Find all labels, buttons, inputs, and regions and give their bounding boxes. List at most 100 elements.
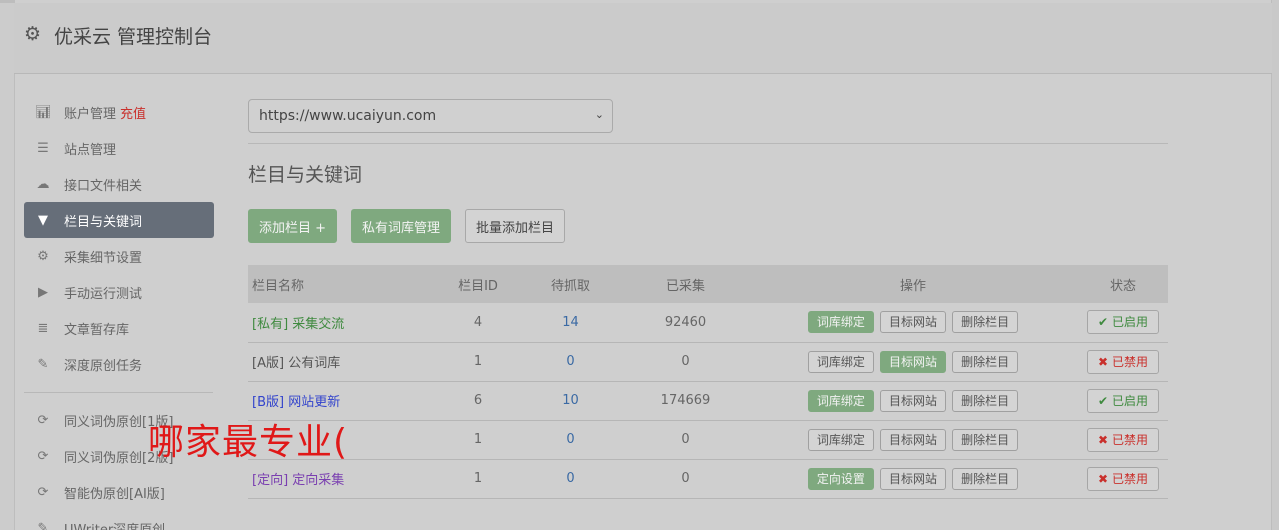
columns-table: 栏目名称 栏目ID 待抓取 已采集 操作 状态 [私有] 采集交流 4 14 9… [248,265,1168,499]
cloud-upload-icon: ☁ [36,176,50,192]
actions-cell: 词库绑定 目标网站 删除栏目 [748,381,1078,421]
app-header: ⚙ 优采云 管理控制台 [14,3,1272,74]
sidebar-item-label: 账户管理 [64,106,117,122]
status-label: 已禁用 [1111,432,1148,447]
column-id: 1 [438,342,518,382]
target-site-button[interactable]: 目标网站 [879,350,946,373]
private-dict-button[interactable]: 私有词库管理 [351,209,452,243]
close-icon: ✖ [1098,432,1109,447]
column-name-link[interactable]: [A版] 公有词库 [248,342,438,382]
collected-count: 0 [623,459,748,499]
sidebar-item-label: 采集细节设置 [64,250,143,266]
sidebar-item-label: 站点管理 [64,142,117,158]
sidebar-item-account[interactable]: 📊︎ 账户管理 充值 [24,94,214,130]
actions-cell: 词库绑定 目标网站 删除栏目 [748,303,1078,343]
dict-bind-button[interactable]: 词库绑定 [807,428,874,451]
status-cell: ✔ 已启用 [1078,381,1168,421]
sidebar-item-collect-settings[interactable]: ⚙ 采集细节设置 [24,238,214,274]
database-icon: ≣ [37,320,49,336]
status-toggle[interactable]: ✔ 已启用 [1087,310,1159,335]
target-site-button[interactable]: 目标网站 [879,467,946,490]
sidebar-item-sites[interactable]: ☰ 站点管理 [24,130,214,166]
status-toggle[interactable]: ✖ 已禁用 [1087,349,1159,374]
refresh-icon: ⟳ [37,484,49,500]
status-label: 已启用 [1111,393,1148,408]
recharge-link[interactable]: 充值 [120,103,146,122]
actions-cell: 定向设置 目标网站 删除栏目 [748,459,1078,499]
pending-count[interactable]: 0 [518,459,623,499]
cogs-icon: ⚙ [37,248,49,264]
check-icon: ✔ [1098,315,1109,330]
column-tag: [A版] [252,356,285,371]
status-toggle[interactable]: ✖ 已禁用 [1087,466,1159,491]
status-label: 已禁用 [1111,471,1148,486]
col-header: 栏目名称 [252,278,305,294]
sidebar-item-label: UWriter深度原创 [64,522,166,530]
actions-cell: 词库绑定 目标网站 删除栏目 [748,342,1078,382]
toolbar: 添加栏目 + 私有词库管理 批量添加栏目 [248,209,1168,243]
dict-bind-button[interactable]: 词库绑定 [807,350,874,373]
refresh-icon: ⟳ [37,448,49,464]
pending-count[interactable]: 0 [518,420,623,460]
filter-icon: ▼ [38,212,48,228]
pending-count[interactable]: 10 [518,381,623,421]
sidebar-item-columns[interactable]: ▼ 栏目与关键词 [24,202,214,238]
add-column-button[interactable]: 添加栏目 + [248,209,338,243]
col-header: 待抓取 [550,278,590,294]
delete-column-button[interactable]: 删除栏目 [952,467,1019,490]
sidebar-item-ai-original[interactable]: ⟳ 智能伪原创[AI版] [24,474,214,510]
target-site-button[interactable]: 目标网站 [879,428,946,451]
column-name-link[interactable]: [私有] 采集交流 [248,303,438,343]
delete-column-button[interactable]: 删除栏目 [952,311,1019,334]
table-header-row: 栏目名称 栏目ID 待抓取 已采集 操作 状态 [248,265,1168,303]
collected-count: 0 [623,342,748,382]
sidebar-item-deep-original[interactable]: ✎ 深度原创任务 [24,346,214,382]
sidebar-item-article-store[interactable]: ≣ 文章暂存库 [24,310,214,346]
column-tag: [B版] [252,395,285,410]
sidebar-item-interface[interactable]: ☁ 接口文件相关 [24,166,214,202]
collected-count: 174669 [623,381,748,421]
edit-icon: ✎ [37,356,49,372]
status-toggle[interactable]: ✖ 已禁用 [1087,427,1159,452]
site-select[interactable]: https://www.ucaiyun.com ⌄ [248,99,613,133]
table-row: 1 0 0 词库绑定 目标网站 删除栏目 ✖ 已禁用 [248,420,1168,460]
table-row: [定向] 定向采集 1 0 0 定向设置 目标网站 删除栏目 ✖ 已禁用 [248,459,1168,499]
column-id: 1 [438,420,518,460]
main-content: https://www.ucaiyun.com ⌄ 栏目与关键词 添加栏目 + … [248,99,1168,499]
delete-column-button[interactable]: 删除栏目 [952,389,1019,412]
dict-bind-button[interactable]: 词库绑定 [807,389,874,412]
column-name: 定向采集 [292,473,345,488]
column-name: 采集交流 [292,316,345,332]
column-id: 6 [438,381,518,421]
page-scrollbar[interactable] [1272,0,1279,530]
pending-count[interactable]: 14 [518,303,623,343]
status-label: 已启用 [1111,315,1148,330]
gear-icon[interactable]: ⚙ [24,23,41,45]
column-tag: [私有] [252,316,289,332]
collected-count: 92460 [623,303,748,343]
sidebar-item-label: 深度原创任务 [64,358,143,374]
column-tag: [定向] [252,473,289,488]
sidebar-item-uwriter[interactable]: ✎ UWriter深度原创 [24,510,214,530]
edit-icon: ✎ [37,520,49,530]
directed-settings-button[interactable]: 定向设置 [807,467,874,490]
target-site-button[interactable]: 目标网站 [879,389,946,412]
col-header: 已采集 [665,278,705,294]
col-header: 栏目ID [458,278,498,294]
pending-count[interactable]: 0 [518,342,623,382]
table-row: [A版] 公有词库 1 0 0 词库绑定 目标网站 删除栏目 ✖ 已禁用 [248,342,1168,382]
sidebar-item-label: 文章暂存库 [64,322,130,338]
status-toggle[interactable]: ✔ 已启用 [1087,388,1159,413]
delete-column-button[interactable]: 删除栏目 [952,350,1019,373]
dict-bind-button[interactable]: 词库绑定 [807,311,874,334]
status-cell: ✖ 已禁用 [1078,342,1168,382]
delete-column-button[interactable]: 删除栏目 [952,428,1019,451]
batch-add-button[interactable]: 批量添加栏目 [465,209,566,243]
column-id: 1 [438,459,518,499]
target-site-button[interactable]: 目标网站 [879,311,946,334]
page-title: 栏目与关键词 [248,164,363,186]
table-row: [B版] 网站更新 6 10 174669 词库绑定 目标网站 删除栏目 ✔ 已… [248,381,1168,421]
status-cell: ✖ 已禁用 [1078,459,1168,499]
status-cell: ✔ 已启用 [1078,303,1168,343]
sidebar-item-manual-run[interactable]: ▶ 手动运行测试 [24,274,214,310]
